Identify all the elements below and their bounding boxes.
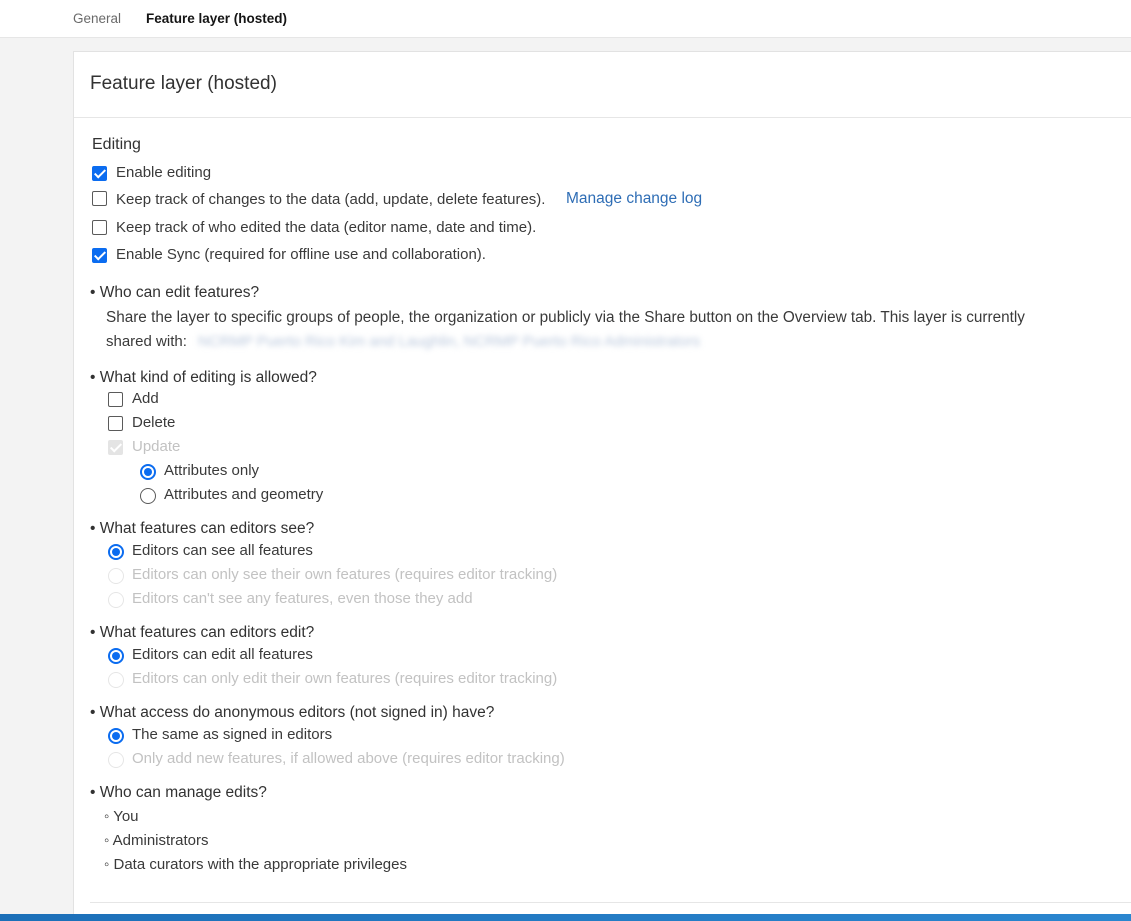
edit-all-label: Editors can edit all features: [132, 646, 313, 663]
anonymous-add-only-radio[interactable]: [108, 752, 124, 768]
enable-editing-label: Enable editing: [116, 164, 212, 181]
manage-change-log-link[interactable]: Manage change log: [566, 190, 702, 208]
who-can-edit-title: • Who can edit features?: [90, 284, 260, 301]
attributes-only-radio[interactable]: [140, 464, 156, 480]
update-label: Update: [132, 438, 181, 455]
editing-heading: Editing: [92, 136, 141, 153]
see-own-label: Editors can only see their own features …: [132, 566, 558, 583]
manage-edits-curators: ◦ Data curators with the appropriate pri…: [104, 856, 407, 873]
shared-with-label: shared with:: [106, 333, 187, 350]
attributes-only-label: Attributes only: [164, 462, 260, 479]
see-all-label: Editors can see all features: [132, 542, 313, 559]
anonymous-same-label: The same as signed in editors: [132, 726, 333, 743]
delete-label: Delete: [132, 414, 176, 431]
taskbar-strip: [0, 914, 1131, 921]
see-none-label: Editors can't see any features, even tho…: [132, 590, 473, 607]
anonymous-title: • What access do anonymous editors (not …: [90, 704, 495, 721]
edit-own-radio[interactable]: [108, 672, 124, 688]
editing-settings: Editing Enable editing Keep track of cha…: [0, 0, 1131, 921]
track-editors-checkbox[interactable]: [92, 220, 107, 235]
panel-divider: [90, 902, 1131, 903]
anonymous-add-only-label: Only add new features, if allowed above …: [132, 750, 565, 767]
see-all-radio[interactable]: [108, 544, 124, 560]
see-own-radio[interactable]: [108, 568, 124, 584]
anonymous-same-radio[interactable]: [108, 728, 124, 744]
edit-all-radio[interactable]: [108, 648, 124, 664]
attributes-geometry-label: Attributes and geometry: [164, 486, 324, 503]
manage-edits-admins: ◦ Administrators: [104, 832, 209, 849]
track-editors-label: Keep track of who edited the data (edito…: [116, 219, 537, 236]
attributes-geometry-radio[interactable]: [140, 488, 156, 504]
delete-checkbox[interactable]: [108, 416, 123, 431]
shared-with-groups: NCRMP Puerto Rico Kim and Laughlin, NCRM…: [198, 333, 701, 350]
track-changes-checkbox[interactable]: [92, 191, 107, 206]
add-label: Add: [132, 390, 159, 407]
enable-sync-label: Enable Sync (required for offline use an…: [116, 246, 486, 263]
editors-edit-title: • What features can editors edit?: [90, 624, 315, 641]
who-can-edit-description: Share the layer to specific groups of pe…: [106, 309, 1025, 326]
track-changes-label: Keep track of changes to the data (add, …: [116, 191, 546, 208]
add-checkbox[interactable]: [108, 392, 123, 407]
enable-editing-checkbox[interactable]: [92, 166, 107, 181]
enable-sync-checkbox[interactable]: [92, 248, 107, 263]
manage-edits-you: ◦ You: [104, 808, 139, 825]
update-checkbox[interactable]: [108, 440, 123, 455]
see-none-radio[interactable]: [108, 592, 124, 608]
editors-see-title: • What features can editors see?: [90, 520, 315, 537]
edit-own-label: Editors can only edit their own features…: [132, 670, 558, 687]
manage-edits-title: • Who can manage edits?: [90, 784, 267, 801]
kind-of-editing-title: • What kind of editing is allowed?: [90, 369, 317, 386]
